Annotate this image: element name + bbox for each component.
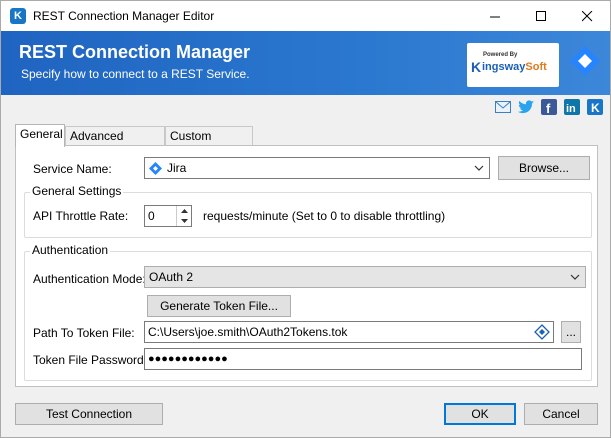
- token-path-browse-button[interactable]: ...: [561, 321, 581, 343]
- spin-up-icon[interactable]: [177, 206, 191, 216]
- svg-text:f: f: [546, 101, 551, 115]
- throttle-hint: requests/minute (Set to 0 to disable thr…: [203, 209, 446, 223]
- token-path-label: Path To Token File:: [33, 326, 135, 340]
- kingswaysoft-logo: Powered By K ingswaySoft: [467, 43, 559, 87]
- svg-text:K: K: [591, 101, 600, 115]
- tab-custom-headers[interactable]: Custom Headers: [165, 126, 253, 161]
- throttle-spinner[interactable]: [176, 206, 191, 226]
- brand-powered-text: Powered By: [483, 52, 518, 58]
- test-connection-button[interactable]: Test Connection: [15, 403, 163, 425]
- minimize-button[interactable]: [472, 1, 518, 31]
- tab-advanced-settings[interactable]: Advanced Settings: [65, 126, 165, 161]
- auth-mode-label: Authentication Mode:: [33, 272, 146, 286]
- throttle-label: API Throttle Rate:: [33, 209, 129, 223]
- throttle-input[interactable]: 0: [144, 205, 192, 227]
- cancel-button[interactable]: Cancel: [524, 403, 598, 425]
- auth-mode-select[interactable]: OAuth 2: [144, 266, 586, 288]
- chevron-down-icon: [472, 161, 486, 175]
- general-tab-panel: Service Name: Jira Browse... General Set…: [15, 145, 598, 387]
- close-icon: [581, 10, 592, 21]
- app-icon: K: [10, 8, 26, 24]
- maximize-icon: [535, 10, 546, 21]
- service-name-select[interactable]: Jira: [144, 157, 490, 179]
- title-bar[interactable]: K REST Connection Manager Editor: [1, 1, 610, 31]
- brand-k: K: [471, 59, 482, 75]
- mail-icon[interactable]: [494, 98, 512, 116]
- svg-text:in: in: [566, 103, 576, 115]
- spin-down-icon[interactable]: [177, 216, 191, 226]
- brand-name-b: Soft: [525, 61, 547, 73]
- token-path-value: C:\Users\joe.smith\OAuth2Tokens.tok: [148, 325, 348, 339]
- throttle-value: 0: [148, 209, 155, 223]
- kingswaysoft-icon[interactable]: K: [586, 98, 604, 116]
- service-name-label: Service Name:: [33, 162, 112, 176]
- close-button[interactable]: [564, 1, 610, 31]
- dialog-window: K REST Connection Manager Editor REST Co…: [0, 0, 611, 438]
- authentication-title: Authentication: [30, 243, 111, 257]
- generate-token-button[interactable]: Generate Token File...: [147, 295, 291, 317]
- chevron-down-icon: [568, 270, 582, 284]
- brand-name-a: ingsway: [482, 61, 526, 73]
- token-path-input[interactable]: C:\Users\joe.smith\OAuth2Tokens.tok: [144, 321, 554, 343]
- banner-title: REST Connection Manager: [19, 42, 251, 62]
- maximize-button[interactable]: [518, 1, 564, 31]
- token-password-label: Token File Password:: [33, 353, 148, 367]
- facebook-icon[interactable]: f: [540, 98, 558, 116]
- token-password-input[interactable]: ●●●●●●●●●●●●: [144, 348, 582, 370]
- encrypt-icon[interactable]: [534, 324, 550, 340]
- general-settings-title: General Settings: [30, 184, 124, 198]
- window-title: REST Connection Manager Editor: [33, 9, 215, 23]
- ok-button[interactable]: OK: [444, 403, 516, 425]
- auth-mode-value: OAuth 2: [149, 270, 194, 284]
- linkedin-icon[interactable]: in: [563, 98, 581, 116]
- jira-logo-icon: [570, 46, 600, 76]
- banner-subtitle: Specify how to connect to a REST Service…: [21, 67, 250, 81]
- minimize-icon: [489, 16, 500, 17]
- jira-icon: [149, 162, 162, 175]
- header-banner: REST Connection Manager Specify how to c…: [1, 31, 610, 95]
- twitter-icon[interactable]: [517, 98, 535, 116]
- service-name-value: Jira: [167, 161, 187, 175]
- tab-general[interactable]: General: [15, 124, 65, 147]
- browse-button[interactable]: Browse...: [498, 156, 590, 180]
- token-password-value: ●●●●●●●●●●●●: [148, 353, 228, 365]
- brand-name: ingswaySoft: [482, 61, 547, 73]
